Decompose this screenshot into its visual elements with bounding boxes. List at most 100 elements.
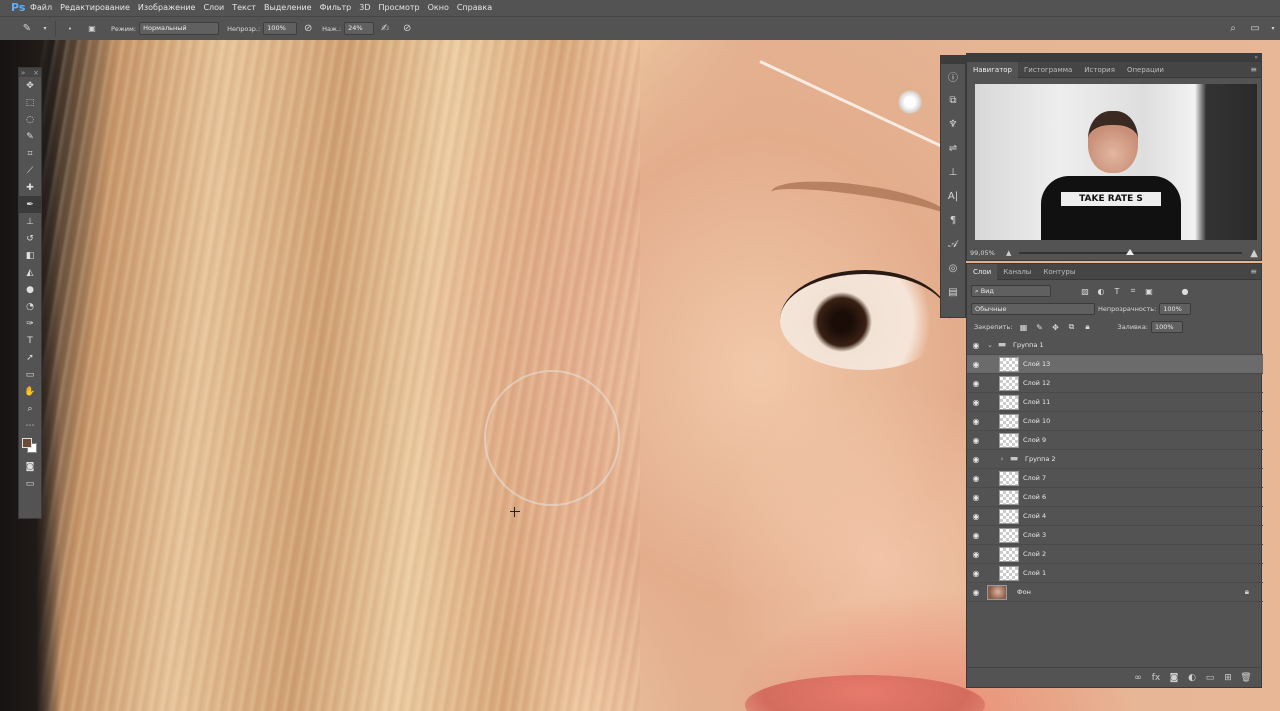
brush-preset-icon[interactable]: ✎ bbox=[20, 22, 34, 36]
zoom-out-icon[interactable]: ▲ bbox=[1006, 249, 1011, 257]
layer-name[interactable]: Слой 7 bbox=[1023, 474, 1046, 482]
menu-item[interactable]: Файл bbox=[26, 0, 56, 16]
layer-row[interactable]: ◉ Слой 2 bbox=[967, 545, 1263, 564]
tools-panel-header[interactable]: » × bbox=[19, 68, 41, 77]
lasso-tool-icon[interactable]: ◌ bbox=[19, 111, 41, 128]
path-select-tool-icon[interactable]: ➚ bbox=[19, 349, 41, 366]
navigator-zoom-value[interactable]: 99,05% bbox=[970, 249, 1006, 257]
layer-name[interactable]: Слой 6 bbox=[1023, 493, 1046, 501]
layer-name[interactable]: Фон bbox=[1017, 588, 1031, 596]
menu-item[interactable]: Текст bbox=[228, 0, 260, 16]
blend-mode-select[interactable]: Обычные bbox=[971, 303, 1095, 315]
menu-item[interactable]: Просмотр bbox=[375, 0, 424, 16]
new-layer-icon[interactable]: ⊞ bbox=[1219, 673, 1237, 683]
layer-name[interactable]: Слой 11 bbox=[1023, 398, 1050, 406]
tab-navigator[interactable]: Навигатор bbox=[967, 61, 1018, 78]
panel-menu-icon[interactable]: ≡ bbox=[1250, 267, 1257, 276]
crop-tool-icon[interactable]: ⌗ bbox=[19, 145, 41, 162]
add-mask-icon[interactable]: ◙ bbox=[1165, 673, 1183, 683]
visibility-eye-icon[interactable]: ◉ bbox=[967, 379, 985, 388]
quick-mask-icon[interactable]: ◙ bbox=[19, 458, 41, 475]
layer-name[interactable]: Слой 12 bbox=[1023, 379, 1050, 387]
visibility-eye-icon[interactable]: ◉ bbox=[967, 512, 985, 521]
info-icon[interactable]: ⓘ bbox=[941, 64, 965, 88]
tab-actions[interactable]: Операции bbox=[1121, 62, 1170, 78]
layer-name[interactable]: Слой 10 bbox=[1023, 417, 1050, 425]
move-tool-icon[interactable]: ✥ bbox=[19, 77, 41, 94]
color-swatches[interactable] bbox=[19, 434, 41, 458]
filter-shape-icon[interactable]: ⌗ bbox=[1127, 285, 1139, 297]
screen-mode-icon[interactable]: ▭ bbox=[19, 475, 41, 492]
menu-item[interactable]: Окно bbox=[424, 0, 453, 16]
layer-row[interactable]: ◉ Фон 🔒︎ bbox=[967, 583, 1263, 602]
visibility-eye-icon[interactable]: ◉ bbox=[967, 531, 985, 540]
marquee-tool-icon[interactable]: ⬚ bbox=[19, 94, 41, 111]
link-layers-icon[interactable]: ∞ bbox=[1129, 673, 1147, 683]
properties-icon[interactable]: ⧉ bbox=[941, 88, 965, 112]
brush-panel-toggle-icon[interactable]: ▣ bbox=[85, 22, 99, 36]
tab-histogram[interactable]: Гистограмма bbox=[1018, 62, 1078, 78]
layer-filter-select[interactable]: ⌕ Вид bbox=[971, 285, 1051, 297]
zoom-tool-icon[interactable]: ⌕ bbox=[19, 400, 41, 417]
lock-transparent-icon[interactable]: ▦ bbox=[1017, 321, 1029, 333]
visibility-eye-icon[interactable]: ◉ bbox=[967, 493, 985, 502]
layer-name[interactable]: Слой 1 bbox=[1023, 569, 1046, 577]
layer-row[interactable]: ◉ Слой 13 bbox=[967, 355, 1263, 374]
layer-group-row[interactable]: ◉ › ▬ Группа 2 bbox=[967, 450, 1263, 469]
visibility-eye-icon[interactable]: ◉ bbox=[967, 588, 985, 597]
layer-group-row[interactable]: ◉ ⌄ ▬ Группа 1 bbox=[967, 336, 1263, 355]
layer-name[interactable]: Группа 2 bbox=[1025, 455, 1056, 463]
filter-type-icon[interactable]: T bbox=[1111, 285, 1123, 297]
adjustments-icon[interactable]: ⇌ bbox=[941, 136, 965, 160]
shape-tool-icon[interactable]: ▭ bbox=[19, 366, 41, 383]
type-tool-icon[interactable]: T bbox=[19, 332, 41, 349]
layer-name[interactable]: Группа 1 bbox=[1013, 341, 1044, 349]
close-icon[interactable]: × bbox=[33, 69, 39, 77]
blur-tool-icon[interactable]: ● bbox=[19, 281, 41, 298]
filter-smart-object-icon[interactable]: ▣ bbox=[1143, 285, 1155, 297]
visibility-eye-icon[interactable]: ◉ bbox=[967, 569, 985, 578]
menu-item[interactable]: Слои bbox=[199, 0, 228, 16]
styles-icon[interactable]: ◎ bbox=[941, 256, 965, 280]
brush-presets-icon[interactable]: ♆ bbox=[941, 112, 965, 136]
layer-opacity-field[interactable]: 100% bbox=[1159, 303, 1192, 315]
quick-select-tool-icon[interactable]: ✎ bbox=[19, 128, 41, 145]
lock-all-icon[interactable]: 🔒︎ bbox=[1081, 321, 1093, 333]
layer-name[interactable]: Слой 3 bbox=[1023, 531, 1046, 539]
lock-position-icon[interactable]: ✥ bbox=[1049, 321, 1061, 333]
layer-name[interactable]: Слой 13 bbox=[1023, 360, 1050, 368]
tab-channels[interactable]: Каналы bbox=[997, 264, 1037, 280]
eyedropper-tool-icon[interactable]: ⟋ bbox=[19, 162, 41, 179]
menu-item[interactable]: Фильтр bbox=[316, 0, 356, 16]
zoom-in-icon[interactable]: ▲ bbox=[1250, 248, 1258, 259]
layer-name[interactable]: Слой 2 bbox=[1023, 550, 1046, 558]
layer-row[interactable]: ◉ Слой 12 bbox=[967, 374, 1263, 393]
chevron-down-icon[interactable]: ▾ bbox=[1270, 22, 1276, 36]
chevron-right-icon[interactable]: › bbox=[997, 455, 1007, 463]
clone-stamp-tool-icon[interactable]: ⊥ bbox=[19, 213, 41, 230]
layer-style-icon[interactable]: fx bbox=[1147, 673, 1165, 683]
fill-field[interactable]: 100% bbox=[1151, 321, 1183, 333]
layer-row[interactable]: ◉ Слой 7 bbox=[967, 469, 1263, 488]
visibility-eye-icon[interactable]: ◉ bbox=[967, 398, 985, 407]
visibility-eye-icon[interactable]: ◉ bbox=[967, 550, 985, 559]
brush-tool-icon[interactable]: ✒ bbox=[19, 196, 41, 213]
visibility-eye-icon[interactable]: ◉ bbox=[967, 474, 985, 483]
filter-pixel-icon[interactable]: ▨ bbox=[1079, 285, 1091, 297]
healing-brush-tool-icon[interactable]: ✚ bbox=[19, 179, 41, 196]
navigator-dock-header[interactable]: » bbox=[966, 53, 1262, 61]
history-brush-tool-icon[interactable]: ↺ bbox=[19, 230, 41, 247]
layer-row[interactable]: ◉ Слой 1 bbox=[967, 564, 1263, 583]
layer-row[interactable]: ◉ Слой 11 bbox=[967, 393, 1263, 412]
character-icon[interactable]: A| bbox=[941, 184, 965, 208]
menu-item[interactable]: Изображение bbox=[134, 0, 200, 16]
layer-row[interactable]: ◉ Слой 10 bbox=[967, 412, 1263, 431]
layer-row[interactable]: ◉ Слой 6 bbox=[967, 488, 1263, 507]
layer-row[interactable]: ◉ Слой 4 bbox=[967, 507, 1263, 526]
layer-row[interactable]: ◉ Слой 3 bbox=[967, 526, 1263, 545]
pressure-field[interactable]: 24% bbox=[344, 22, 375, 35]
hand-tool-icon[interactable]: ✋ bbox=[19, 383, 41, 400]
mode-select[interactable]: Нормальный bbox=[139, 22, 220, 35]
new-group-icon[interactable]: ▭ bbox=[1201, 673, 1219, 683]
visibility-eye-icon[interactable]: ◉ bbox=[967, 341, 985, 350]
